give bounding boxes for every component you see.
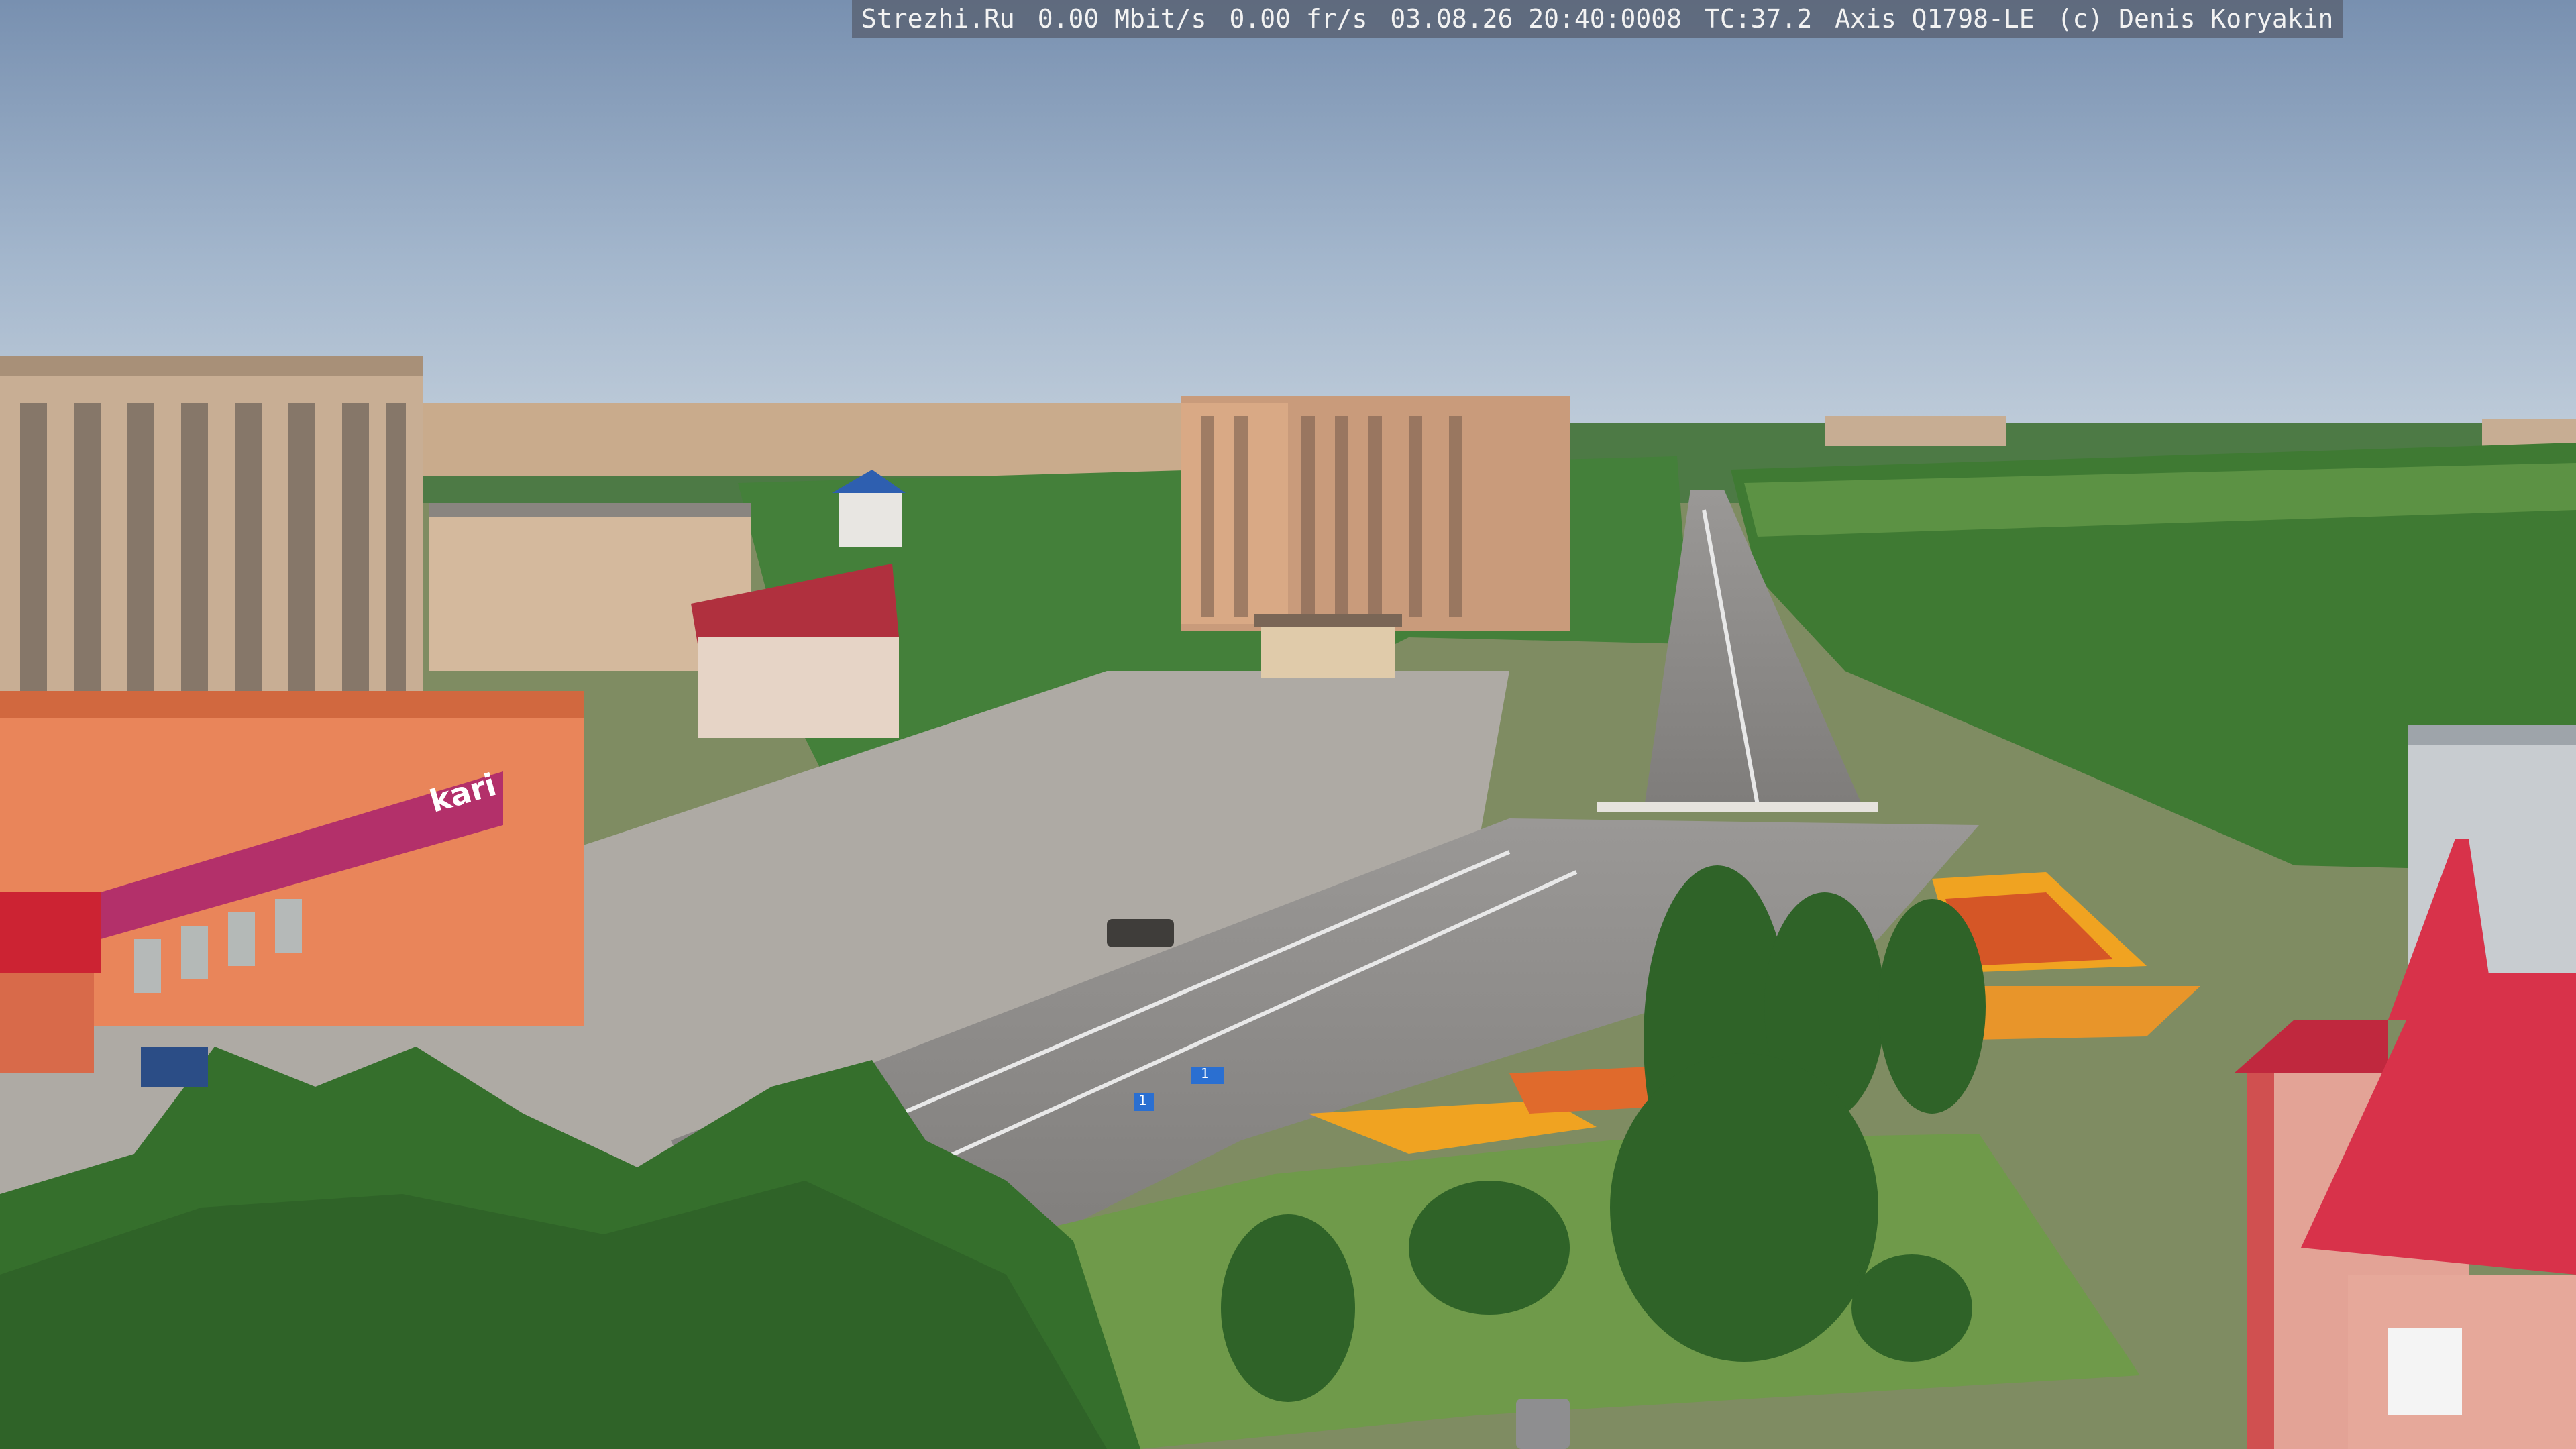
road-sign-2-label: 1 xyxy=(1201,1065,1210,1081)
osd-credit: (c) Denis Koryakin xyxy=(2057,4,2334,34)
blue-truck xyxy=(141,1046,208,1087)
center-tower-building xyxy=(1181,396,1570,631)
osd-site: Strezhi.Ru xyxy=(861,4,1015,34)
osd-framerate: 0.00 fr/s xyxy=(1229,4,1368,34)
osd-tc: TC:37.2 xyxy=(1705,4,1813,34)
osd-camera: Axis Q1798-LE xyxy=(1835,4,2035,34)
osd-datetime: 03.08.26 20:40:0008 xyxy=(1390,4,1682,34)
car-bottom xyxy=(1516,1399,1570,1449)
camera-osd-bar: Strezhi.Ru 0.00 Mbit/s 0.00 fr/s 03.08.2… xyxy=(852,0,2343,38)
osd-bitrate: 0.00 Mbit/s xyxy=(1037,4,1207,34)
small-building xyxy=(1261,621,1395,678)
parked-car xyxy=(1107,919,1174,947)
store-building xyxy=(0,691,584,1073)
road-sign-1-label: 1 xyxy=(1138,1092,1147,1108)
webcam-scene xyxy=(0,0,2576,1449)
crosswalk xyxy=(1597,802,1878,812)
